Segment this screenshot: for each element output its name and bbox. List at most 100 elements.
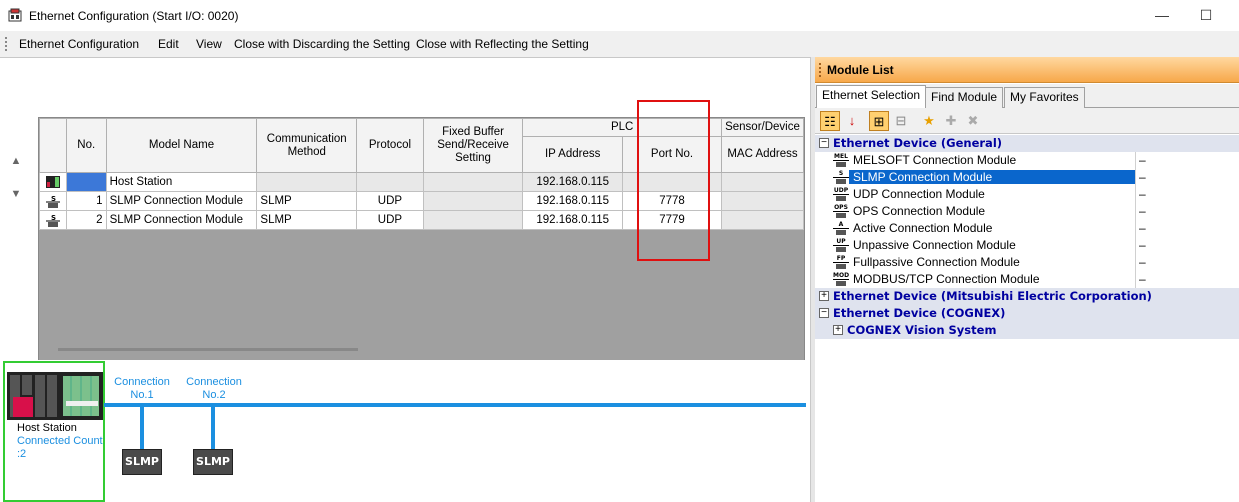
cell-ip: 192.168.0.115	[522, 191, 624, 211]
favorite-star-icon[interactable]: ★	[919, 111, 939, 131]
cell-model[interactable]: Host Station	[105, 172, 258, 192]
cell-comm[interactable]: SLMP	[256, 191, 358, 211]
category-cognex[interactable]: − Ethernet Device (COGNEX)	[815, 305, 1239, 322]
cell-mac	[721, 172, 804, 192]
move-up-icon[interactable]: ▲	[8, 153, 24, 169]
minimize-button[interactable]: —	[1147, 5, 1177, 25]
menu-edit[interactable]: Edit	[158, 37, 179, 51]
category-cognex-label: Ethernet Device (COGNEX)	[833, 306, 1006, 320]
delete-favorite-icon[interactable]: ✖	[963, 111, 983, 131]
sort-category-icon[interactable]: ☷	[820, 111, 840, 131]
module-label: Fullpassive Connection Module	[853, 255, 1020, 269]
expand-all-icon[interactable]: ⊞	[869, 111, 889, 131]
header-ip-address: IP Address	[522, 136, 624, 173]
category-cognex-vision[interactable]: + COGNEX Vision System	[815, 322, 1239, 339]
expand-icon[interactable]: +	[833, 325, 843, 335]
module-label: SLMP Connection Module	[849, 170, 1136, 184]
module-item-modbus[interactable]: MOD MODBUS/TCP Connection Module –	[815, 271, 1239, 288]
connected-count-value: :2	[17, 448, 27, 460]
cell-comm	[256, 172, 358, 192]
row-icon-cell	[39, 172, 67, 192]
header-mac-address: MAC Address	[721, 136, 804, 173]
module-item-melsoft[interactable]: MEL MELSOFT Connection Module –	[815, 152, 1239, 169]
expand-icon[interactable]: +	[819, 291, 829, 301]
category-general[interactable]: − Ethernet Device (General)	[815, 135, 1239, 152]
melsoft-module-icon: MEL	[833, 153, 849, 168]
cell-protocol[interactable]: UDP	[356, 210, 424, 230]
category-mitsubishi[interactable]: + Ethernet Device (Mitsubishi Electric C…	[815, 288, 1239, 305]
header-model-name: Model Name	[105, 118, 258, 173]
slmp-device-2[interactable]: SLMP	[193, 449, 233, 475]
collapse-icon[interactable]: −	[819, 308, 829, 318]
module-item-ops[interactable]: OPS OPS Connection Module –	[815, 203, 1239, 220]
connection-label-2-title: Connection	[186, 376, 242, 388]
cell-mac	[721, 191, 804, 211]
modbus-module-icon: MOD	[833, 272, 849, 287]
header-protocol: Protocol	[356, 118, 424, 173]
module-value: –	[1139, 272, 1146, 286]
module-list-header: Module List	[815, 57, 1239, 83]
module-list-grip[interactable]	[819, 63, 821, 77]
module-label: OPS Connection Module	[853, 204, 986, 218]
cell-no[interactable]: 2	[65, 210, 107, 230]
menu-ethernet-configuration[interactable]: Ethernet Configuration	[19, 37, 139, 51]
cell-fixed	[422, 210, 524, 230]
maximize-button[interactable]: ☐	[1191, 5, 1221, 25]
connection-drop-2	[211, 407, 215, 449]
connection-label-2: Connection No.2	[182, 376, 246, 402]
module-value: –	[1139, 187, 1146, 201]
row-icon-cell: S	[39, 210, 67, 230]
cell-ip: 192.168.0.115	[522, 210, 624, 230]
module-list-pane: Module List Ethernet Selection Find Modu…	[815, 57, 1239, 502]
cell-mac	[721, 210, 804, 230]
module-list-title: Module List	[827, 63, 894, 77]
module-item-unpassive[interactable]: UP Unpassive Connection Module –	[815, 237, 1239, 254]
cell-no[interactable]	[65, 172, 107, 192]
menu-view[interactable]: View	[196, 37, 222, 51]
menu-close-reflect[interactable]: Close with Reflecting the Setting	[416, 37, 589, 51]
module-item-active[interactable]: A Active Connection Module –	[815, 220, 1239, 237]
module-value: –	[1139, 204, 1146, 218]
module-item-slmp[interactable]: S SLMP Connection Module –	[815, 169, 1239, 186]
tab-my-favorites[interactable]: My Favorites	[1004, 87, 1085, 108]
header-fixed-buffer: Fixed Buffer Send/Receive Setting	[422, 118, 524, 173]
window-title: Ethernet Configuration (Start I/O: 0020)	[29, 9, 239, 23]
horizontal-scrollbar[interactable]	[58, 348, 358, 351]
module-item-udp[interactable]: UDP UDP Connection Module –	[815, 186, 1239, 203]
module-label: MELSOFT Connection Module	[853, 153, 1017, 167]
connected-count-text: Connected Count	[17, 435, 103, 447]
cell-protocol[interactable]: UDP	[356, 191, 424, 211]
add-favorite-icon[interactable]: ✚	[941, 111, 961, 131]
tab-find-module[interactable]: Find Module	[925, 87, 1004, 108]
header-icon	[39, 118, 67, 173]
udp-module-icon: UDP	[833, 187, 849, 202]
module-label: Unpassive Connection Module	[853, 238, 1016, 252]
collapse-icon[interactable]: −	[819, 138, 829, 148]
move-down-icon[interactable]: ▼	[8, 186, 24, 202]
plc-cpu-icon[interactable]	[7, 372, 103, 420]
cell-comm[interactable]: SLMP	[256, 210, 358, 230]
sort-az-icon[interactable]: ↓	[842, 111, 862, 131]
connected-count-label: Connected Count :2	[17, 435, 107, 461]
module-value: –	[1139, 238, 1146, 252]
ethernet-bus-line	[104, 403, 806, 407]
row-icon-cell: S	[39, 191, 67, 211]
menu-bar: Ethernet Configuration Edit View Close w…	[0, 31, 1239, 57]
active-module-icon: A	[833, 221, 849, 236]
slmp-module-icon: S	[45, 214, 60, 227]
connection-label-1: Connection No.1	[110, 376, 174, 402]
cell-model[interactable]: SLMP Connection Module	[105, 210, 258, 230]
module-item-fullpassive[interactable]: FP Fullpassive Connection Module –	[815, 254, 1239, 271]
module-value: –	[1139, 170, 1146, 184]
collapse-all-icon[interactable]: ⊟	[891, 111, 911, 131]
cell-no[interactable]: 1	[65, 191, 107, 211]
module-value: –	[1139, 255, 1146, 269]
ops-module-icon: OPS	[833, 204, 849, 219]
menu-close-discard[interactable]: Close with Discarding the Setting	[234, 37, 410, 51]
slmp-module-icon: S	[45, 195, 60, 208]
cell-model[interactable]: SLMP Connection Module	[105, 191, 258, 211]
slmp-device-1[interactable]: SLMP	[122, 449, 162, 475]
tab-ethernet-selection[interactable]: Ethernet Selection	[816, 85, 927, 108]
header-no: No.	[65, 118, 107, 173]
cell-fixed	[422, 172, 524, 192]
